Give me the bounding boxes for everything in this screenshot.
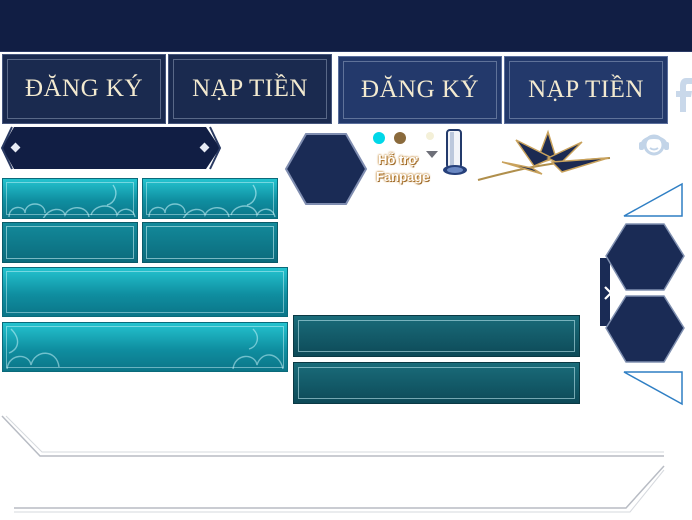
button-frame bbox=[6, 226, 134, 259]
teal-pattern-button-1[interactable] bbox=[2, 178, 138, 219]
register-button[interactable]: ĐĂNG KÝ bbox=[2, 54, 166, 124]
dot-indicator-cyan[interactable] bbox=[373, 132, 385, 144]
dot-indicator-brown[interactable] bbox=[394, 132, 406, 144]
button-frame bbox=[146, 226, 274, 259]
topup-button[interactable]: NẠP TIỀN bbox=[168, 54, 332, 124]
corner-triangle-top bbox=[620, 182, 684, 218]
register-button-hover[interactable]: ĐĂNG KÝ bbox=[338, 56, 502, 124]
register-label: ĐĂNG KÝ bbox=[24, 75, 144, 102]
ornament-title-bar bbox=[0, 125, 222, 171]
bottom-frame-decoration bbox=[0, 412, 692, 515]
teal-plain-button-1[interactable] bbox=[2, 222, 138, 263]
facebook-icon[interactable] bbox=[672, 72, 692, 112]
button-frame bbox=[298, 320, 575, 352]
teal-wide-button-pattern[interactable] bbox=[2, 322, 288, 372]
side-hex-button-top[interactable] bbox=[606, 224, 686, 290]
support-fanpage-link[interactable]: Hỗ trợ Fanpage bbox=[376, 151, 429, 185]
teal-pattern-button-2[interactable] bbox=[142, 178, 278, 219]
button-frame bbox=[6, 182, 134, 215]
support-line2: Fanpage bbox=[376, 169, 430, 184]
corner-triangle-bottom bbox=[620, 370, 684, 406]
button-frame bbox=[146, 182, 274, 215]
topup-label-hover: NẠP TIỀN bbox=[528, 76, 644, 103]
support-agent-icon[interactable] bbox=[636, 127, 672, 159]
support-line1: Hỗ trợ bbox=[378, 152, 418, 167]
scroll-ornament-icon bbox=[441, 128, 469, 178]
dark-teal-button-1[interactable] bbox=[293, 315, 580, 357]
hexagon-badge[interactable] bbox=[284, 132, 368, 206]
leaf-ornament-icon bbox=[476, 128, 612, 182]
topup-label: NẠP TIỀN bbox=[192, 75, 308, 102]
register-label-hover: ĐĂNG KÝ bbox=[360, 76, 480, 103]
teal-plain-button-2[interactable] bbox=[142, 222, 278, 263]
dark-teal-button-2[interactable] bbox=[293, 362, 580, 404]
topup-button-hover[interactable]: NẠP TIỀN bbox=[504, 56, 668, 124]
caret-down-icon[interactable] bbox=[426, 146, 438, 158]
button-frame bbox=[298, 367, 575, 399]
dot-indicator-light[interactable] bbox=[426, 132, 434, 140]
teal-wide-button-plain[interactable] bbox=[2, 267, 288, 317]
side-hex-button-bottom[interactable] bbox=[606, 296, 686, 362]
top-header-bar bbox=[0, 0, 692, 52]
button-frame bbox=[6, 326, 284, 368]
button-frame bbox=[6, 271, 284, 313]
